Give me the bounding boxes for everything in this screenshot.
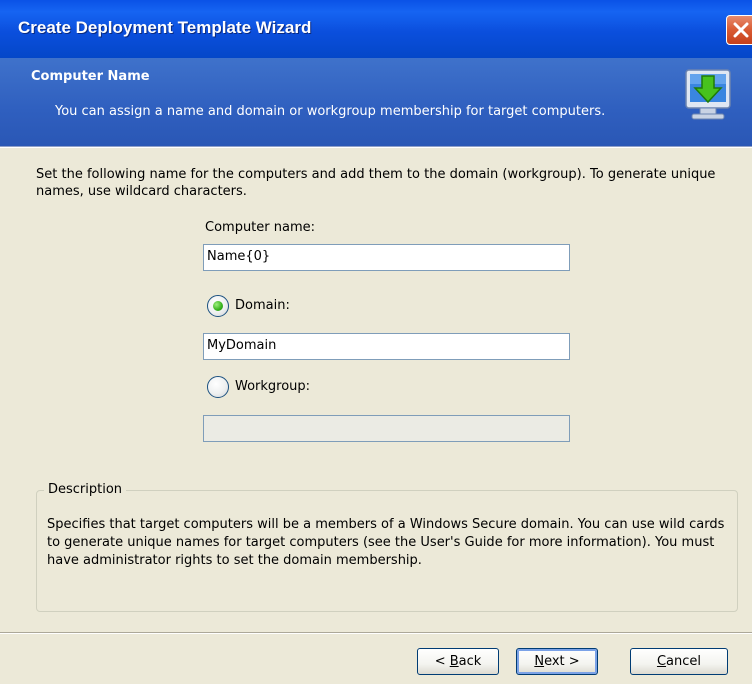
radio-selected-dot xyxy=(213,301,223,311)
workgroup-radio[interactable] xyxy=(207,376,229,398)
cancel-button[interactable]: Cancel xyxy=(630,648,728,675)
close-button[interactable] xyxy=(726,15,752,45)
back-accesskey: B xyxy=(449,654,459,669)
page-title: Computer Name xyxy=(31,69,150,84)
domain-input[interactable]: MyDomain xyxy=(203,333,570,360)
next-accesskey: N xyxy=(534,654,545,669)
back-button[interactable]: < Back xyxy=(417,648,499,675)
wizard-header: Computer Name You can assign a name and … xyxy=(0,58,752,146)
next-rest: ext > xyxy=(544,654,580,669)
next-button[interactable]: Next > xyxy=(516,648,598,675)
cancel-accesskey: C xyxy=(656,654,667,669)
description-text: Specifies that target computers will be … xyxy=(47,517,725,568)
instruction-text: Set the following name for the computers… xyxy=(36,167,716,199)
close-icon xyxy=(733,22,749,38)
footer-separator xyxy=(0,632,752,634)
page-subtitle: You can assign a name and domain or work… xyxy=(55,104,606,119)
back-prefix: < xyxy=(434,654,450,669)
workgroup-input[interactable] xyxy=(203,415,570,442)
workgroup-label: Workgroup: xyxy=(235,379,311,394)
title-bar: Create Deployment Template Wizard xyxy=(0,0,752,58)
domain-radio[interactable] xyxy=(207,295,229,317)
computer-name-input[interactable]: Name{0} xyxy=(203,244,570,271)
back-rest: ack xyxy=(458,654,482,669)
header-separator xyxy=(0,146,752,148)
window-title: Create Deployment Template Wizard xyxy=(18,18,312,37)
computer-download-icon xyxy=(685,69,731,120)
computer-name-label: Computer name: xyxy=(205,220,316,235)
description-legend: Description xyxy=(44,482,127,497)
domain-label: Domain: xyxy=(235,298,290,313)
cancel-rest: ancel xyxy=(666,654,702,669)
